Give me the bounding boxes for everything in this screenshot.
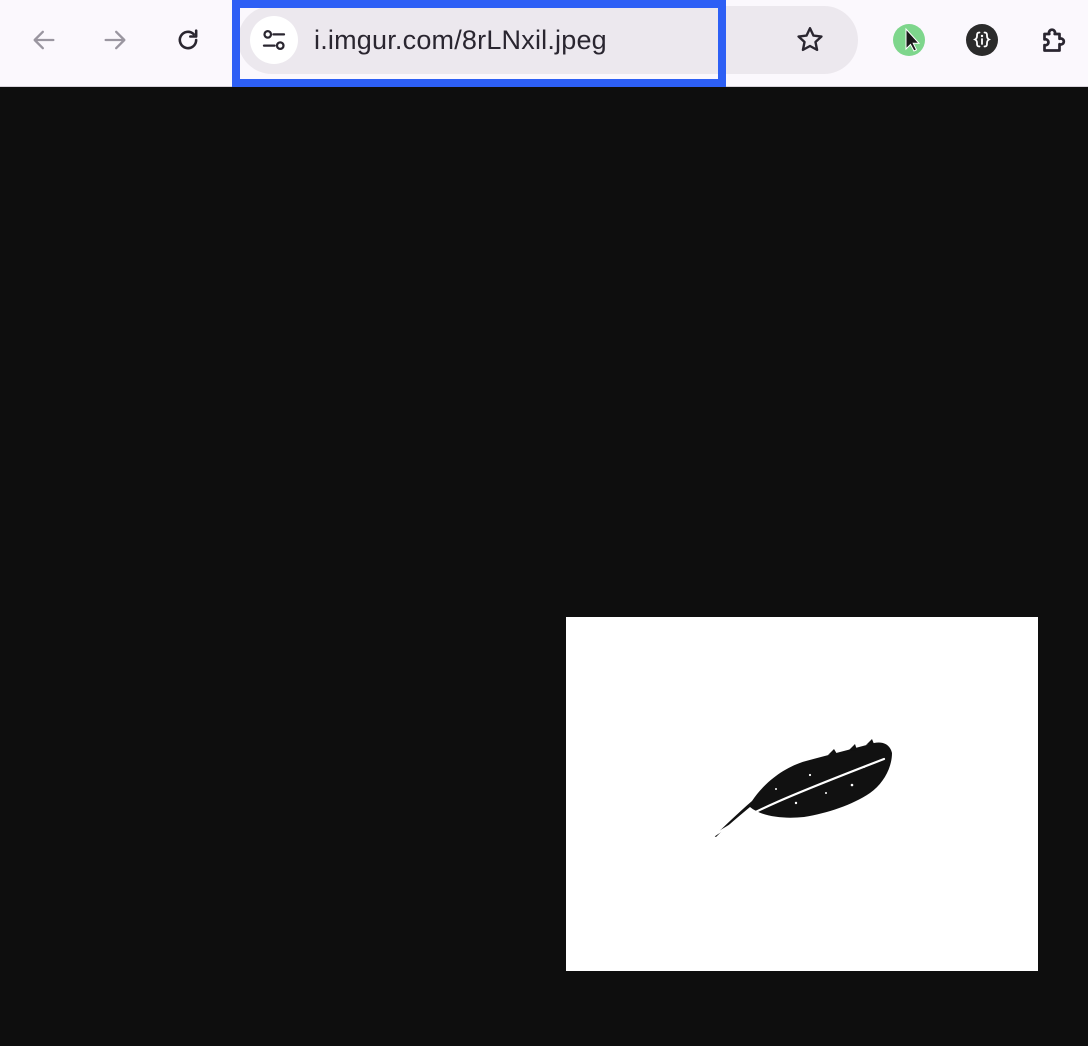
feather-icon [710, 739, 892, 839]
arrow-right-icon [104, 30, 126, 50]
reload-icon [178, 29, 198, 50]
reload-button[interactable] [170, 22, 206, 58]
star-icon [797, 27, 823, 52]
arrow-left-icon [33, 30, 55, 50]
site-info-button[interactable] [250, 16, 298, 64]
tune-icon [262, 30, 286, 50]
json-extension-icon [966, 24, 998, 56]
bookmark-button[interactable] [788, 18, 832, 62]
image-content [566, 617, 1038, 971]
cursor-extension-button[interactable] [889, 20, 929, 60]
json-extension-button[interactable] [962, 20, 1002, 60]
puzzle-icon [1043, 28, 1066, 52]
forward-button[interactable] [97, 22, 133, 58]
cursor-extension-icon [893, 24, 925, 56]
extensions-button[interactable] [1035, 20, 1075, 60]
url-text[interactable]: i.imgur.com/8rLNxil.jpeg [314, 20, 607, 60]
back-button[interactable] [26, 22, 62, 58]
browser-toolbar: i.imgur.com/8rLNxil.jpeg [0, 0, 1088, 87]
